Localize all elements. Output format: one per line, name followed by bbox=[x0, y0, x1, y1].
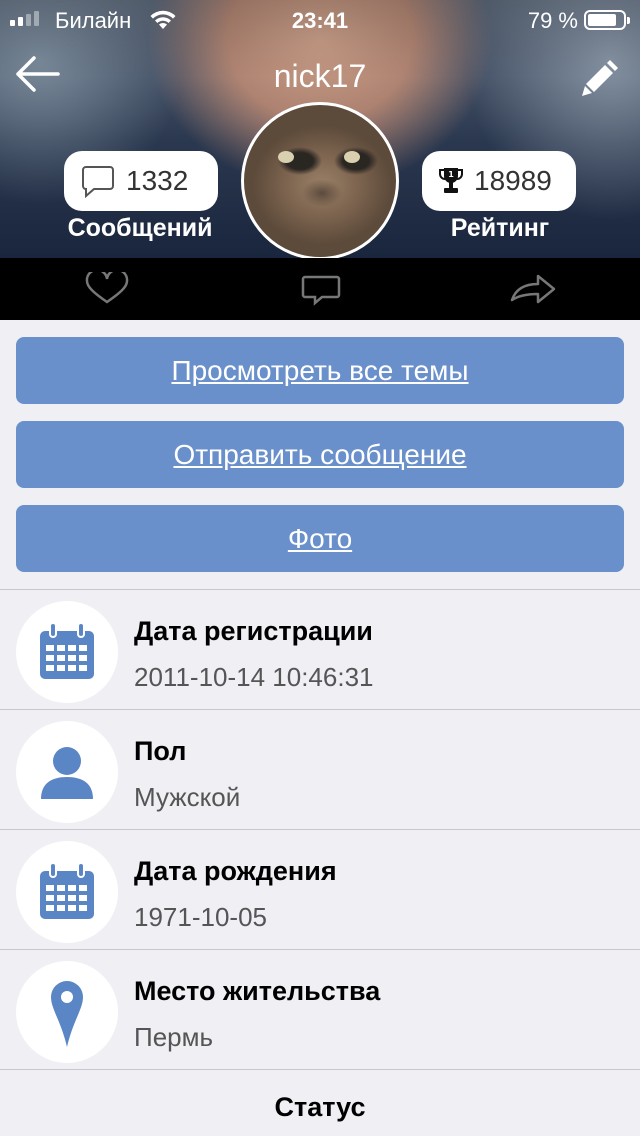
messages-counter-button[interactable]: 1332 bbox=[64, 151, 218, 211]
view-all-topics-button[interactable]: Просмотреть все темы bbox=[16, 337, 624, 404]
location-pin-icon bbox=[16, 961, 118, 1063]
battery-icon bbox=[584, 10, 630, 30]
info-row-gender: Пол Мужской bbox=[0, 710, 640, 828]
status-section-title: Статус bbox=[274, 1092, 366, 1122]
photo-button[interactable]: Фото bbox=[16, 505, 624, 572]
share-icon[interactable] bbox=[508, 272, 558, 306]
rating-counter-button[interactable]: 1 18989 bbox=[422, 151, 576, 211]
avatar[interactable] bbox=[241, 102, 399, 258]
info-row-residence: Место жительства Пермь bbox=[0, 950, 640, 1068]
heart-icon[interactable] bbox=[82, 272, 132, 306]
calendar-icon bbox=[16, 841, 118, 943]
battery-percent: 79 % bbox=[527, 8, 578, 33]
comment-icon[interactable] bbox=[296, 272, 346, 306]
status-bar: Билайн 23:41 79 % bbox=[0, 0, 640, 40]
edit-pencil-icon[interactable] bbox=[580, 56, 622, 98]
info-value: 2011-10-14 10:46:31 bbox=[134, 662, 374, 692]
info-row-registration-date: Дата регистрации 2011-10-14 10:46:31 bbox=[0, 590, 640, 708]
svg-text:1: 1 bbox=[448, 170, 454, 179]
person-icon bbox=[16, 721, 118, 823]
rating-count: 18989 bbox=[474, 165, 552, 196]
messages-label: Сообщений bbox=[67, 214, 213, 242]
profile-screen: Билайн 23:41 79 % nick17 1332 Сообщений … bbox=[0, 0, 640, 1136]
info-title: Место жительства bbox=[134, 976, 381, 1006]
info-value: 1971-10-05 bbox=[134, 902, 267, 932]
info-row-birth-date: Дата рождения 1971-10-05 bbox=[0, 830, 640, 948]
calendar-icon bbox=[16, 601, 118, 703]
username: nick17 bbox=[273, 58, 367, 94]
action-bar bbox=[0, 258, 640, 320]
info-title: Дата регистрации bbox=[134, 616, 373, 646]
speech-bubble-icon bbox=[82, 166, 114, 198]
send-message-button[interactable]: Отправить сообщение bbox=[16, 421, 624, 488]
info-title: Пол bbox=[134, 736, 187, 766]
info-value: Мужской bbox=[134, 782, 241, 812]
rating-label: Рейтинг bbox=[450, 214, 550, 242]
profile-header: Билайн 23:41 79 % nick17 1332 Сообщений … bbox=[0, 0, 640, 258]
trophy-icon: 1 bbox=[439, 168, 463, 193]
divider bbox=[0, 1069, 640, 1070]
messages-count: 1332 bbox=[126, 165, 189, 196]
info-value: Пермь bbox=[134, 1022, 214, 1052]
info-title: Дата рождения bbox=[134, 856, 337, 886]
